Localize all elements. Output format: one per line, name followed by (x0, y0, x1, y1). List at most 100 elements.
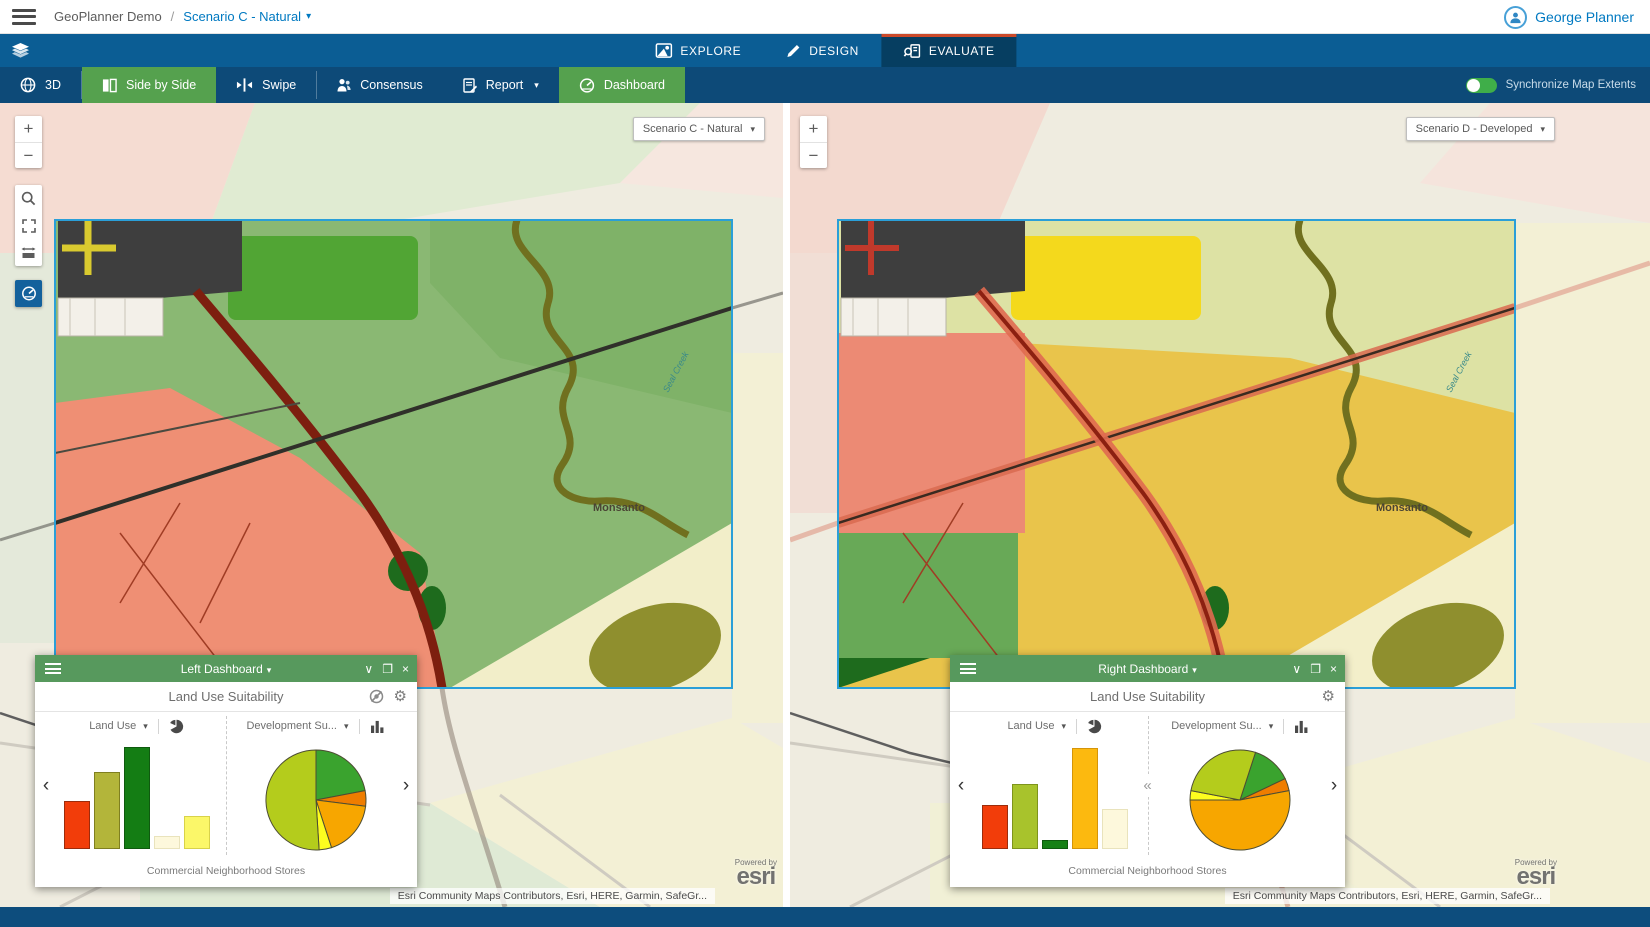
menu-icon[interactable] (12, 9, 36, 25)
right-dashboard-panel: Right Dashboard▾ ∨ ❐ × Land Use Suitabil… (950, 655, 1345, 887)
layers-button[interactable] (0, 34, 40, 67)
esri-logo: Powered by esri (1515, 858, 1557, 887)
zoom-control-left: + − (15, 116, 42, 168)
search-icon (21, 191, 36, 206)
bar (1012, 784, 1038, 849)
close-icon[interactable]: × (1330, 663, 1337, 675)
widget-footer: Commercial Neighborhood Stores (35, 859, 417, 887)
selected-scenario: Scenario D - Developed (1416, 123, 1533, 135)
panel-title-text: Left Dashboard (181, 662, 263, 676)
chart-cell-development: Development Su... ▾ (236, 712, 395, 859)
widget-title: Land Use Suitability (35, 689, 417, 704)
user-menu[interactable]: George Planner (1504, 0, 1634, 34)
chart-select-label[interactable]: Land Use (1007, 720, 1054, 732)
zoom-out-button[interactable]: − (800, 142, 827, 168)
caret-down-icon: ▾ (534, 80, 539, 91)
caret-down-icon: ▾ (267, 665, 272, 675)
chart-cell-header[interactable]: Development Su... ▾ (1158, 712, 1324, 740)
button-label: 3D (45, 78, 61, 92)
caret-down-icon: ▾ (1192, 665, 1197, 675)
panel-title[interactable]: Right Dashboard▾ (950, 662, 1345, 676)
tab-design[interactable]: DESIGN (763, 34, 881, 67)
panel-header[interactable]: Left Dashboard ▾ ∨ ❐ × (35, 655, 417, 682)
bar (1042, 840, 1068, 849)
breadcrumb: GeoPlanner Demo / Scenario C - Natural ▾ (54, 9, 311, 24)
panel-window-controls: ∨ ❐ × (364, 663, 409, 675)
carousel-prev-button[interactable]: ‹ (950, 712, 972, 859)
maximize-icon[interactable]: ❐ (1310, 663, 1321, 675)
bar-chart-icon[interactable] (1294, 720, 1309, 733)
expand-tool[interactable] (15, 212, 42, 239)
3d-button[interactable]: 3D (0, 67, 81, 103)
caret-down-icon: ▾ (1269, 721, 1274, 732)
zoom-out-button[interactable]: − (15, 142, 42, 168)
dashboard-button[interactable]: Dashboard (559, 67, 685, 103)
scenario-select-right[interactable]: Scenario D - Developed ▾ (1406, 117, 1555, 141)
caret-down-icon: ▾ (143, 721, 148, 732)
selected-scenario: Scenario C - Natural (643, 123, 743, 135)
button-label: Swipe (262, 78, 296, 92)
chart-select-label[interactable]: Land Use (89, 720, 136, 732)
report-button[interactable]: Report ▾ (443, 67, 559, 103)
chart-cell-land-use: Land Use ▾ (57, 712, 216, 859)
maximize-icon[interactable]: ❐ (382, 663, 393, 675)
tab-explore[interactable]: EXPLORE (633, 34, 763, 67)
button-label: Dashboard (604, 78, 665, 92)
bar (184, 816, 210, 849)
bar-chart (972, 740, 1138, 859)
consensus-button[interactable]: Consensus (317, 67, 443, 103)
chart-divider: « (1138, 712, 1158, 859)
scenario-select-left[interactable]: Scenario C - Natural ▾ (633, 117, 765, 141)
bar (154, 836, 180, 849)
tab-evaluate[interactable]: EVALUATE (881, 34, 1017, 67)
left-dashboard-panel: Left Dashboard ▾ ∨ ❐ × Land Use Suitabili… (35, 655, 417, 887)
breadcrumb-separator: / (171, 9, 175, 24)
panel-title[interactable]: Left Dashboard ▾ (35, 662, 417, 676)
carousel-next-button[interactable]: › (395, 712, 417, 859)
chart-cell-land-use: Land Use ▾ (972, 712, 1138, 859)
visibility-off-icon[interactable] (369, 689, 384, 704)
widget-header: Land Use Suitability ⚙ (950, 682, 1345, 712)
gear-icon[interactable]: ⚙ (394, 689, 407, 704)
chart-cell-header[interactable]: Land Use ▾ (57, 712, 216, 740)
panel-header[interactable]: Right Dashboard▾ ∨ ❐ × (950, 655, 1345, 682)
gear-icon[interactable]: ⚙ (1322, 689, 1335, 704)
side-by-side-button[interactable]: Side by Side (82, 67, 216, 103)
evaluate-icon (903, 43, 921, 59)
chart-cell-header[interactable]: Development Su... ▾ (236, 712, 395, 740)
swipe-button[interactable]: Swipe (216, 67, 316, 103)
top-bar: GeoPlanner Demo / Scenario C - Natural ▾… (0, 0, 1650, 34)
chart-select-label[interactable]: Development Su... (1171, 720, 1262, 732)
collapse-icon[interactable]: ∨ (1292, 663, 1301, 675)
caret-down-icon[interactable]: ▾ (306, 11, 311, 22)
search-tool[interactable] (15, 185, 42, 212)
widget-footer: Commercial Neighborhood Stores (950, 859, 1345, 887)
mode-tabs: EXPLORE DESIGN EVALUATE (633, 34, 1016, 67)
bar-chart-icon[interactable] (370, 720, 385, 733)
pie-chart-icon[interactable] (1087, 719, 1102, 734)
chart-select-label[interactable]: Development Su... (246, 720, 337, 732)
explore-icon (655, 43, 672, 58)
map-attribution: Esri Community Maps Contributors, Esri, … (390, 888, 715, 904)
divider (359, 719, 360, 734)
panel-window-controls: ∨ ❐ × (1292, 663, 1337, 675)
nav-bar: EXPLORE DESIGN EVALUATE (0, 34, 1650, 67)
scenario-breadcrumb[interactable]: Scenario C - Natural (183, 9, 301, 24)
tab-label: EXPLORE (680, 44, 741, 58)
carousel-page-left-icon[interactable]: « (1143, 774, 1151, 797)
close-icon[interactable]: × (402, 663, 409, 675)
widget-title: Land Use Suitability (950, 689, 1345, 704)
zoom-in-button[interactable]: + (15, 116, 42, 142)
bar-chart (57, 740, 216, 859)
esri-logo: Powered by esri (735, 858, 777, 887)
pie-chart-icon[interactable] (169, 719, 184, 734)
chart-cell-header[interactable]: Land Use ▾ (972, 712, 1138, 740)
measure-tool[interactable] (15, 239, 42, 266)
carousel-next-button[interactable]: › (1323, 712, 1345, 859)
sync-extents-toggle[interactable] (1466, 78, 1497, 93)
collapse-icon[interactable]: ∨ (364, 663, 373, 675)
zoom-in-button[interactable]: + (800, 116, 827, 142)
dashboard-tool-active[interactable] (15, 280, 42, 307)
carousel-prev-button[interactable]: ‹ (35, 712, 57, 859)
report-icon (463, 78, 477, 93)
